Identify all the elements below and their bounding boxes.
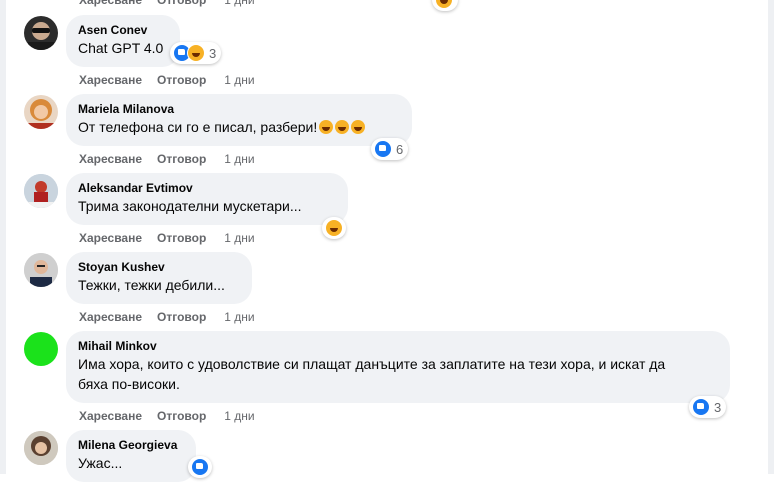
comment-author[interactable]: Aleksandar Evtimov — [78, 181, 336, 196]
like-button[interactable]: Харесване — [79, 152, 142, 166]
comment-time[interactable]: 1 дни — [224, 73, 254, 87]
comment-author[interactable]: Stoyan Kushev — [78, 260, 240, 275]
laughing-emoji-icon — [319, 120, 334, 134]
like-button[interactable]: Харесване — [79, 231, 142, 245]
reaction-summary[interactable]: 6 — [371, 138, 409, 160]
left-gutter — [0, 0, 6, 474]
reply-button[interactable]: Отговор — [157, 310, 206, 324]
comment-bubble: Mariela Milanova От телефона си го е пис… — [66, 94, 412, 146]
like-button[interactable]: Харесване — [79, 73, 142, 87]
reply-button[interactable]: Отговор — [157, 73, 206, 87]
comment-time[interactable]: 1 дни — [224, 310, 254, 324]
comment-actions-partial: Харесване Отговор 1 дни — [79, 0, 270, 7]
comment-author[interactable]: Mihail Minkov — [78, 339, 718, 354]
right-gutter — [768, 0, 774, 474]
reaction-summary[interactable]: 3 — [689, 396, 727, 418]
avatar[interactable] — [24, 332, 58, 366]
comment-actions: Харесване Отговор 1 дни — [79, 73, 270, 87]
reaction-summary[interactable]: 3 — [170, 42, 222, 64]
comment-text-line: бяха по-високи. — [78, 376, 180, 392]
reply-button[interactable]: Отговор — [157, 231, 206, 245]
comment-author[interactable]: Asen Conev — [78, 23, 168, 38]
reply-button[interactable]: Отговор — [157, 0, 206, 7]
avatar[interactable] — [24, 95, 58, 129]
comment-actions: Харесване Отговор 1 дни — [79, 409, 270, 423]
comment-text: Трима законодателни мускетари... — [78, 198, 302, 214]
reaction-summary[interactable] — [188, 456, 212, 478]
comment-text-content: От телефона си го е писал, разбери! — [78, 119, 318, 135]
comment-time[interactable]: 1 дни — [224, 0, 254, 7]
reaction-summary[interactable] — [322, 217, 346, 239]
reaction-count: 3 — [209, 45, 217, 61]
avatar[interactable] — [24, 253, 58, 287]
comment-bubble: Stoyan Kushev Тежки, тежки дебили... — [66, 252, 252, 304]
avatar[interactable] — [24, 431, 58, 465]
like-icon — [374, 140, 392, 158]
comment-actions: Харесване Отговор 1 дни — [79, 310, 270, 324]
comment-author[interactable]: Milena Georgieva — [78, 438, 184, 453]
comment-text: Ужас... — [78, 455, 123, 471]
haha-icon — [325, 219, 343, 237]
comment-bubble: Mihail Minkov Има хора, които с удоволст… — [66, 331, 730, 403]
reaction-count: 3 — [714, 399, 722, 415]
comment-time[interactable]: 1 дни — [224, 152, 254, 166]
reaction-count: 6 — [396, 141, 404, 157]
comment-bubble: Asen Conev Chat GPT 4.0 — [66, 15, 180, 67]
laughing-emoji-icon — [351, 120, 366, 134]
comment-bubble: Aleksandar Evtimov Трима законодателни м… — [66, 173, 348, 225]
comment-text: Chat GPT 4.0 — [78, 40, 164, 56]
haha-icon — [435, 0, 453, 9]
like-button[interactable]: Харесване — [79, 310, 142, 324]
reply-button[interactable]: Отговор — [157, 152, 206, 166]
avatar[interactable] — [24, 174, 58, 208]
comment-text: От телефона си го е писал, разбери! — [78, 117, 400, 137]
like-icon — [692, 398, 710, 416]
comment-author[interactable]: Mariela Milanova — [78, 102, 400, 117]
avatar[interactable] — [24, 16, 58, 50]
laughing-emoji-icon — [335, 120, 350, 134]
comment-actions: Харесване Отговор 1 дни — [79, 152, 270, 166]
comment-text-line: Има хора, които с удоволствие си плащат … — [78, 356, 666, 372]
comment-actions: Харесване Отговор 1 дни — [79, 231, 270, 245]
reply-button[interactable]: Отговор — [157, 409, 206, 423]
like-icon — [191, 458, 209, 476]
comment-time[interactable]: 1 дни — [224, 231, 254, 245]
comment-time[interactable]: 1 дни — [224, 409, 254, 423]
comment-text: Тежки, тежки дебили... — [78, 277, 225, 293]
reaction-summary-partial[interactable] — [432, 0, 458, 11]
like-button[interactable]: Харесване — [79, 409, 142, 423]
like-button[interactable]: Харесване — [79, 0, 142, 7]
comment-bubble: Milena Georgieva Ужас... — [66, 430, 196, 482]
haha-icon — [187, 44, 205, 62]
